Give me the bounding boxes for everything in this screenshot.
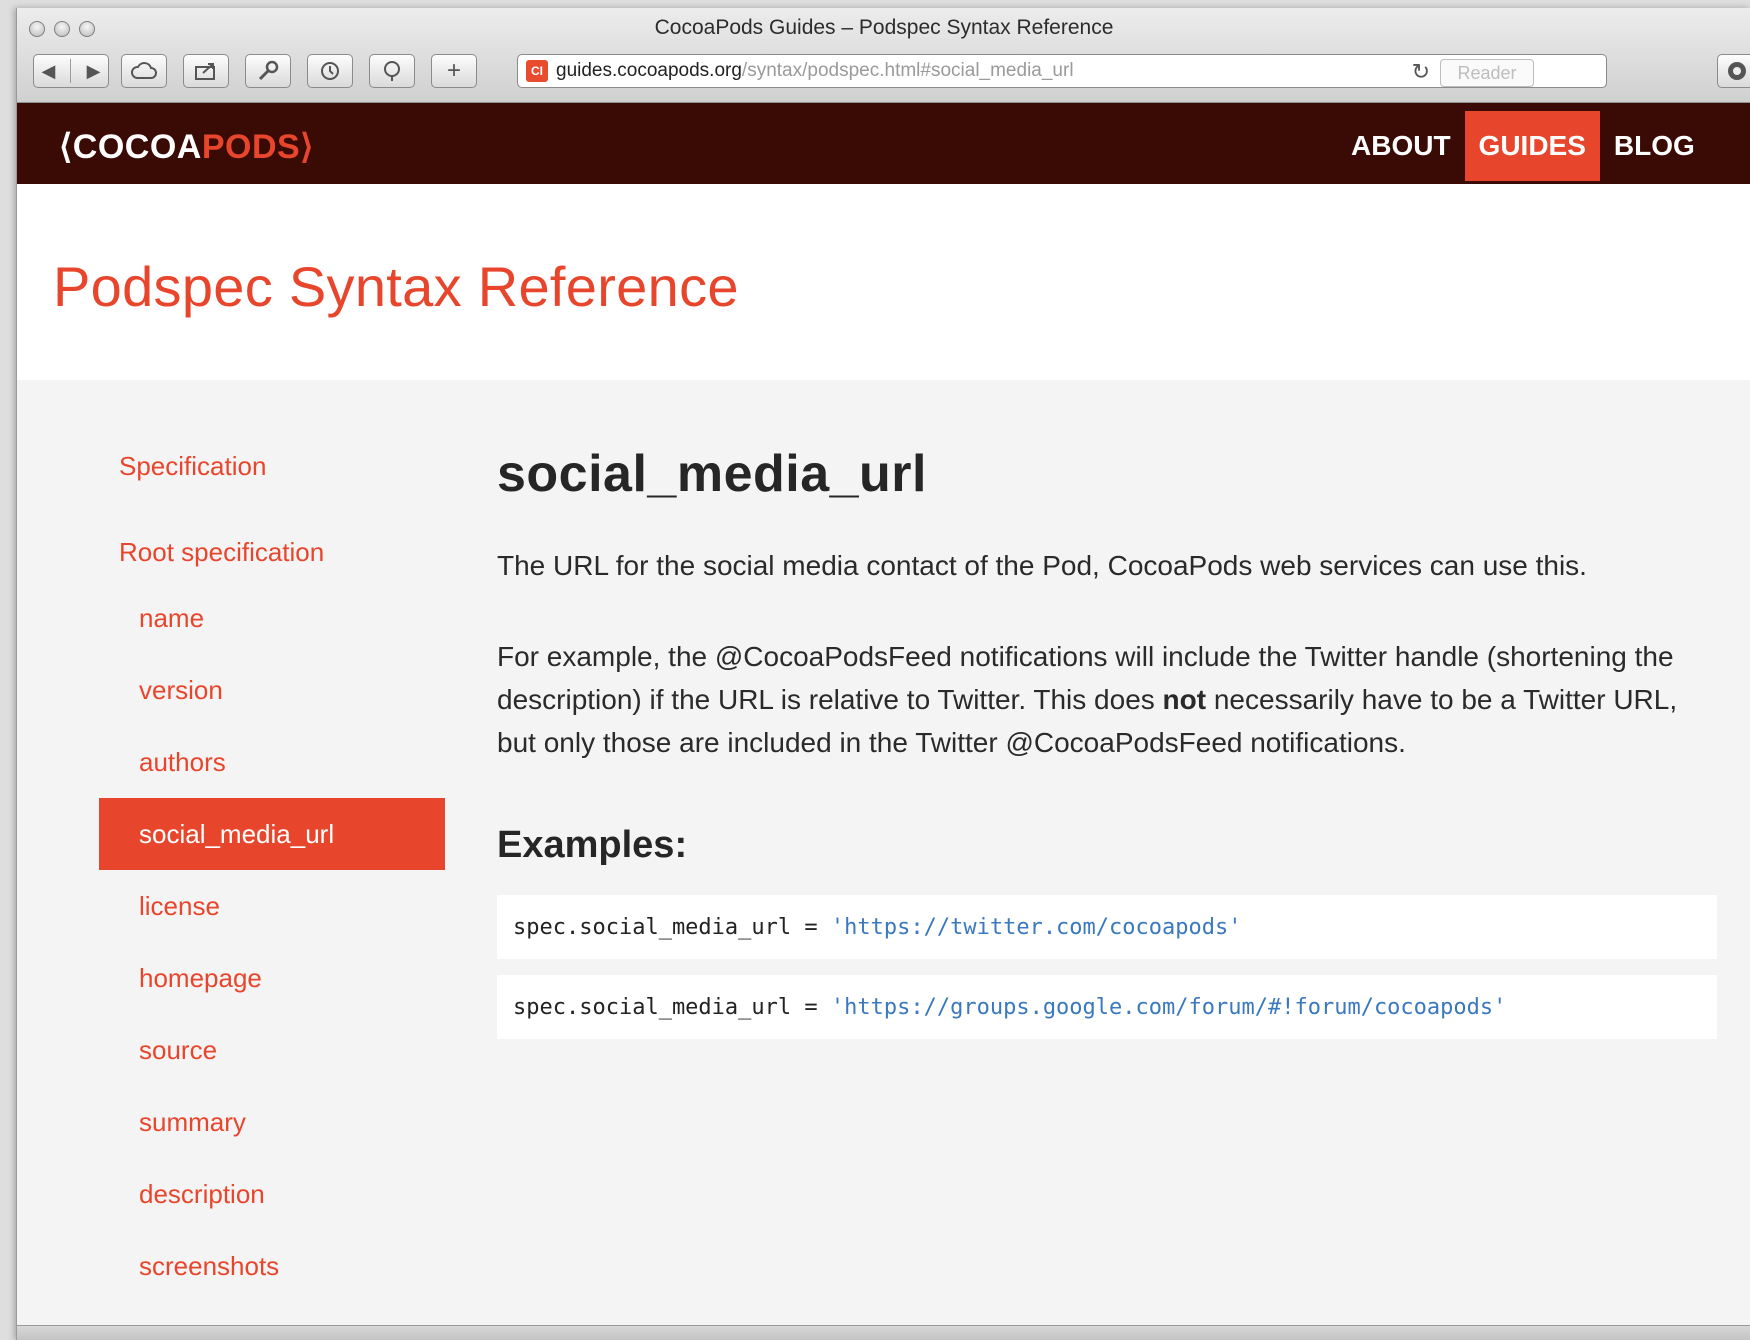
- main-content: social_media_url The URL for the social …: [497, 444, 1717, 1039]
- code-string: 'https://twitter.com/cocoapods': [830, 914, 1242, 940]
- downloads-button[interactable]: [1717, 54, 1750, 88]
- code-text: spec.social_media_url =: [513, 914, 831, 940]
- sidebar-item-summary[interactable]: summary: [99, 1086, 445, 1158]
- forward-arrow-icon[interactable]: ▶: [87, 61, 101, 82]
- plus-icon: +: [446, 57, 461, 84]
- example-paragraph: For example, the @CocoaPodsFeed notifica…: [497, 641, 1678, 758]
- code-string: 'https://groups.google.com/forum/#!forum…: [830, 994, 1507, 1020]
- url-path: /syntax/podspec.html#social_media_url: [741, 60, 1074, 81]
- site-favicon-icon: CI: [526, 60, 548, 82]
- new-tab-button[interactable]: +: [431, 54, 477, 88]
- reload-icon[interactable]: ↻: [1412, 59, 1430, 85]
- sidebar-item-social-media-url[interactable]: social_media_url: [99, 798, 445, 870]
- share-button[interactable]: [183, 54, 229, 88]
- sidebar-item-description[interactable]: description: [99, 1158, 445, 1230]
- url-host: guides.cocoapods.org: [556, 60, 742, 81]
- sidebar-item-specification[interactable]: Specification: [99, 448, 445, 484]
- description-paragraph: The URL for the social media contact of …: [497, 550, 1587, 581]
- back-arrow-icon[interactable]: ◀: [42, 61, 56, 82]
- sidebar-item-root-specification[interactable]: Root specification: [99, 534, 445, 570]
- history-button[interactable]: [307, 54, 353, 88]
- extension-button[interactable]: [369, 54, 415, 88]
- code-text: spec.social_media_url =: [513, 994, 831, 1020]
- site-header: ⟨COCOAPODS⟩ ABOUT GUIDES BLOG: [17, 103, 1750, 184]
- main-nav: ABOUT GUIDES BLOG: [1337, 103, 1709, 184]
- back-forward-buttons[interactable]: ◀ ▶: [33, 54, 109, 88]
- wrench-icon: [258, 60, 279, 81]
- nav-blog[interactable]: BLOG: [1600, 111, 1709, 181]
- tools-button[interactable]: [245, 54, 291, 88]
- balloon-icon: [384, 61, 400, 81]
- sidebar-item-homepage[interactable]: homepage: [99, 942, 445, 1014]
- code-example: spec.social_media_url = 'https://groups.…: [497, 975, 1717, 1039]
- nav-guides[interactable]: GUIDES: [1464, 111, 1600, 181]
- divider: [70, 59, 72, 83]
- address-bar[interactable]: CI guides.cocoapods.org /syntax/podspec.…: [517, 54, 1607, 88]
- browser-toolbar: CocoaPods Guides – Podspec Syntax Refere…: [17, 8, 1750, 103]
- attribute-heading: social_media_url: [497, 445, 927, 503]
- sidebar-item-name[interactable]: name: [99, 582, 445, 654]
- browser-window: CocoaPods Guides – Podspec Syntax Refere…: [16, 8, 1750, 1340]
- reader-button[interactable]: Reader: [1440, 59, 1534, 87]
- sidebar: Specification Root specification name ve…: [99, 448, 445, 1302]
- clock-icon: [321, 62, 339, 80]
- cloud-icon: [131, 62, 157, 79]
- icloud-tabs-button[interactable]: [121, 54, 167, 88]
- sidebar-item-license[interactable]: license: [99, 870, 445, 942]
- sidebar-item-authors[interactable]: authors: [99, 726, 445, 798]
- sidebar-item-screenshots[interactable]: screenshots: [99, 1230, 445, 1302]
- status-bar: [17, 1325, 1750, 1340]
- download-icon: [1728, 62, 1746, 80]
- page-title: Podspec Syntax Reference: [53, 255, 739, 318]
- code-example: spec.social_media_url = 'https://twitter…: [497, 895, 1717, 959]
- cocoapods-logo[interactable]: ⟨COCOAPODS⟩: [59, 127, 314, 167]
- share-icon: [195, 63, 215, 80]
- sidebar-item-version[interactable]: version: [99, 654, 445, 726]
- title-band: Podspec Syntax Reference: [17, 184, 1750, 380]
- emphasis-not: not: [1162, 684, 1207, 715]
- nav-about[interactable]: ABOUT: [1337, 111, 1465, 181]
- examples-heading: Examples:: [497, 824, 688, 866]
- window-title: CocoaPods Guides – Podspec Syntax Refere…: [654, 16, 1114, 39]
- sidebar-item-source[interactable]: source: [99, 1014, 445, 1086]
